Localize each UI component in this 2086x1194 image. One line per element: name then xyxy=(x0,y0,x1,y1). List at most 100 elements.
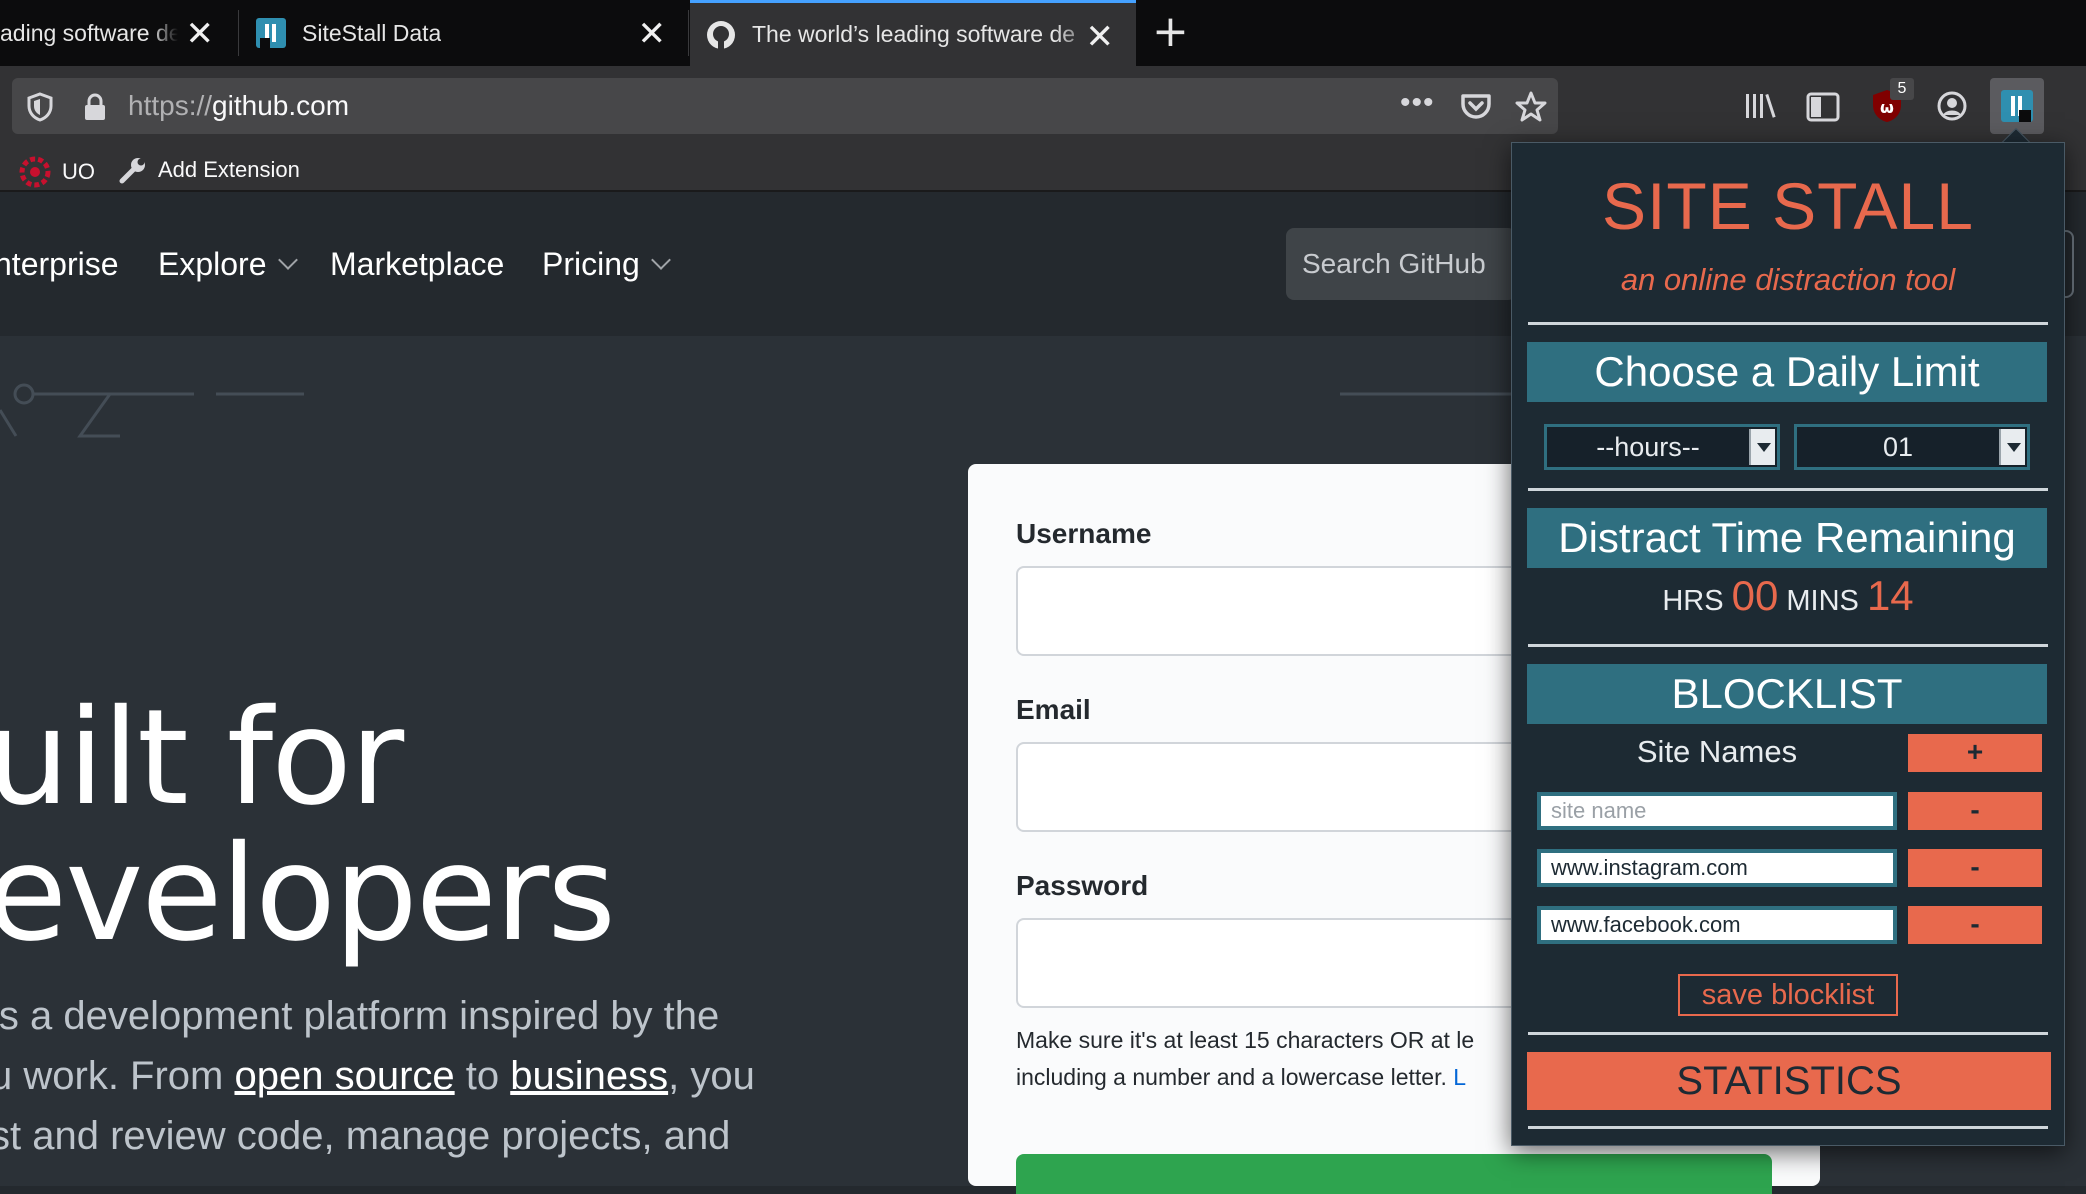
tab-title: ading software de xyxy=(0,19,178,46)
popup-subtitle: an online distraction tool xyxy=(1620,262,1956,297)
hero-title-line: uilt for xyxy=(0,681,404,835)
nav-enterprise[interactable]: nterprise xyxy=(0,246,119,283)
tab-github-previous[interactable]: ading software de ✕ xyxy=(0,0,238,66)
remove-site-button[interactable]: - xyxy=(1908,849,2042,887)
nav-explore[interactable]: Explore xyxy=(158,246,298,283)
nav-pricing[interactable]: Pricing xyxy=(542,246,671,283)
password-hint: Make sure it's at least 15 characters OR… xyxy=(1016,1022,1474,1096)
lock-icon[interactable] xyxy=(82,92,108,122)
nav-label: nterprise xyxy=(0,246,119,282)
tab-title: SiteStall Data xyxy=(302,19,442,46)
hrs-label: HRS xyxy=(1662,585,1724,617)
bookmark-uo[interactable]: UO xyxy=(18,155,95,189)
password-label: Password xyxy=(1016,870,1149,901)
hero-description: is a development platform inspired by th… xyxy=(0,986,755,1166)
hours-select-value: --hours-- xyxy=(1596,432,1700,462)
divider xyxy=(1528,644,2048,647)
account-icon[interactable] xyxy=(1936,90,1968,122)
signup-button[interactable] xyxy=(1016,1154,1772,1194)
divider xyxy=(1528,1032,2048,1035)
save-blocklist-button[interactable]: save blocklist xyxy=(1678,974,1898,1016)
add-site-button[interactable]: + xyxy=(1908,734,2042,772)
page-actions-icon[interactable]: ••• xyxy=(1400,86,1435,120)
username-label: Username xyxy=(1016,518,1152,549)
chevron-down-icon xyxy=(1749,429,1775,465)
divider xyxy=(1528,488,2048,491)
chevron-down-icon xyxy=(1999,429,2025,465)
bookmark-label: Add Extension xyxy=(158,157,300,182)
minutes-select[interactable]: 01 xyxy=(1794,424,2030,470)
sitestall-favicon-icon xyxy=(256,18,286,48)
tab-separator xyxy=(238,10,239,56)
hero-text-part: to xyxy=(454,1054,511,1098)
statistics-button[interactable]: STATISTICS xyxy=(1527,1052,2051,1110)
remaining-header: Distract Time Remaining xyxy=(1527,508,2047,568)
bookmark-add-extension[interactable]: Add Extension xyxy=(118,155,300,185)
email-label: Email xyxy=(1016,694,1091,725)
open-source-link[interactable]: open source xyxy=(234,1054,454,1098)
tab-title: The world’s leading software de xyxy=(752,21,1076,47)
hero-title: uilt for evelopers xyxy=(0,681,616,971)
hero-text-part: u work. From xyxy=(0,1054,235,1098)
time-remaining: HRS 00 MINS 14 xyxy=(1512,572,2064,620)
circuit-decoration xyxy=(0,383,304,438)
site-names-label: Site Names xyxy=(1636,734,1798,769)
mins-label: MINS xyxy=(1786,585,1859,617)
sidebar-icon[interactable] xyxy=(1806,92,1840,122)
close-tab-icon[interactable]: ✕ xyxy=(186,14,215,54)
tab-separator xyxy=(688,10,689,56)
remove-site-button[interactable]: - xyxy=(1908,792,2042,830)
hero-text-part: , you xyxy=(668,1054,755,1098)
nav-label: Explore xyxy=(158,246,267,282)
library-icon[interactable] xyxy=(1744,90,1778,122)
tab-github-active[interactable]: The world’s leading software de ✕ xyxy=(690,0,1136,66)
business-link[interactable]: business xyxy=(510,1054,668,1098)
learn-more-link[interactable]: L xyxy=(1453,1064,1466,1090)
wrench-icon xyxy=(119,158,145,184)
hero-text-line: is a development platform inspired by th… xyxy=(0,994,720,1038)
bookmark-star-icon[interactable] xyxy=(1514,90,1548,124)
popup-title: SITE STALL xyxy=(1602,169,1974,243)
hours-select[interactable]: --hours-- xyxy=(1544,424,1780,470)
nav-label: Marketplace xyxy=(330,246,505,282)
tab-sitestall-data[interactable]: SiteStall Data ✕ xyxy=(240,0,688,66)
remove-site-button[interactable]: - xyxy=(1908,906,2042,944)
shield-icon[interactable] xyxy=(26,92,54,122)
hint-text: including a number and a lowercase lette… xyxy=(1016,1064,1454,1090)
hero-text-line: st and review code, manage projects, and xyxy=(0,1114,731,1158)
hint-line: Make sure it's at least 15 characters OR… xyxy=(1016,1027,1475,1053)
new-tab-icon[interactable]: + xyxy=(1152,6,1189,57)
url-text[interactable]: https://github.com xyxy=(128,90,349,122)
uo-logo-icon xyxy=(19,156,51,188)
minutes-select-value: 01 xyxy=(1882,432,1914,462)
github-favicon-icon xyxy=(707,20,735,49)
mins-value: 14 xyxy=(1866,572,1914,619)
bookmark-label: UO xyxy=(62,159,95,184)
nav-marketplace[interactable]: Marketplace xyxy=(330,246,504,283)
sitestall-toolbar-button[interactable] xyxy=(1990,78,2044,134)
hero-title-line: evelopers xyxy=(0,817,616,971)
site-name-input[interactable]: site name xyxy=(1537,792,1897,830)
daily-limit-header: Choose a Daily Limit xyxy=(1527,342,2047,402)
ublock-badge: 5 xyxy=(1890,78,1914,100)
blocklist-header: BLOCKLIST xyxy=(1527,664,2047,724)
blocked-site-input[interactable]: www.instagram.com xyxy=(1537,849,1897,887)
close-tab-icon[interactable]: ✕ xyxy=(638,14,667,54)
url-scheme: https:// xyxy=(128,90,213,121)
pocket-icon[interactable] xyxy=(1460,92,1492,122)
hrs-value: 00 xyxy=(1731,572,1779,619)
circuit-decoration xyxy=(1340,392,1520,396)
divider xyxy=(1528,322,2048,325)
chevron-down-icon xyxy=(277,250,298,270)
svg-text:ω: ω xyxy=(1880,98,1894,117)
divider xyxy=(1528,1126,2048,1129)
chevron-down-icon xyxy=(650,250,671,270)
hint-line: including a number and a lowercase lette… xyxy=(1016,1059,1474,1096)
url-host: github.com xyxy=(212,90,350,121)
github-search-input[interactable]: Search GitHub xyxy=(1286,228,1516,300)
close-tab-icon[interactable]: ✕ xyxy=(1086,17,1115,57)
nav-label: Pricing xyxy=(542,246,640,282)
hero-text-line: u work. From open source to business, yo… xyxy=(0,1046,755,1106)
sitestall-icon xyxy=(2001,90,2033,122)
blocked-site-input[interactable]: www.facebook.com xyxy=(1537,906,1897,944)
